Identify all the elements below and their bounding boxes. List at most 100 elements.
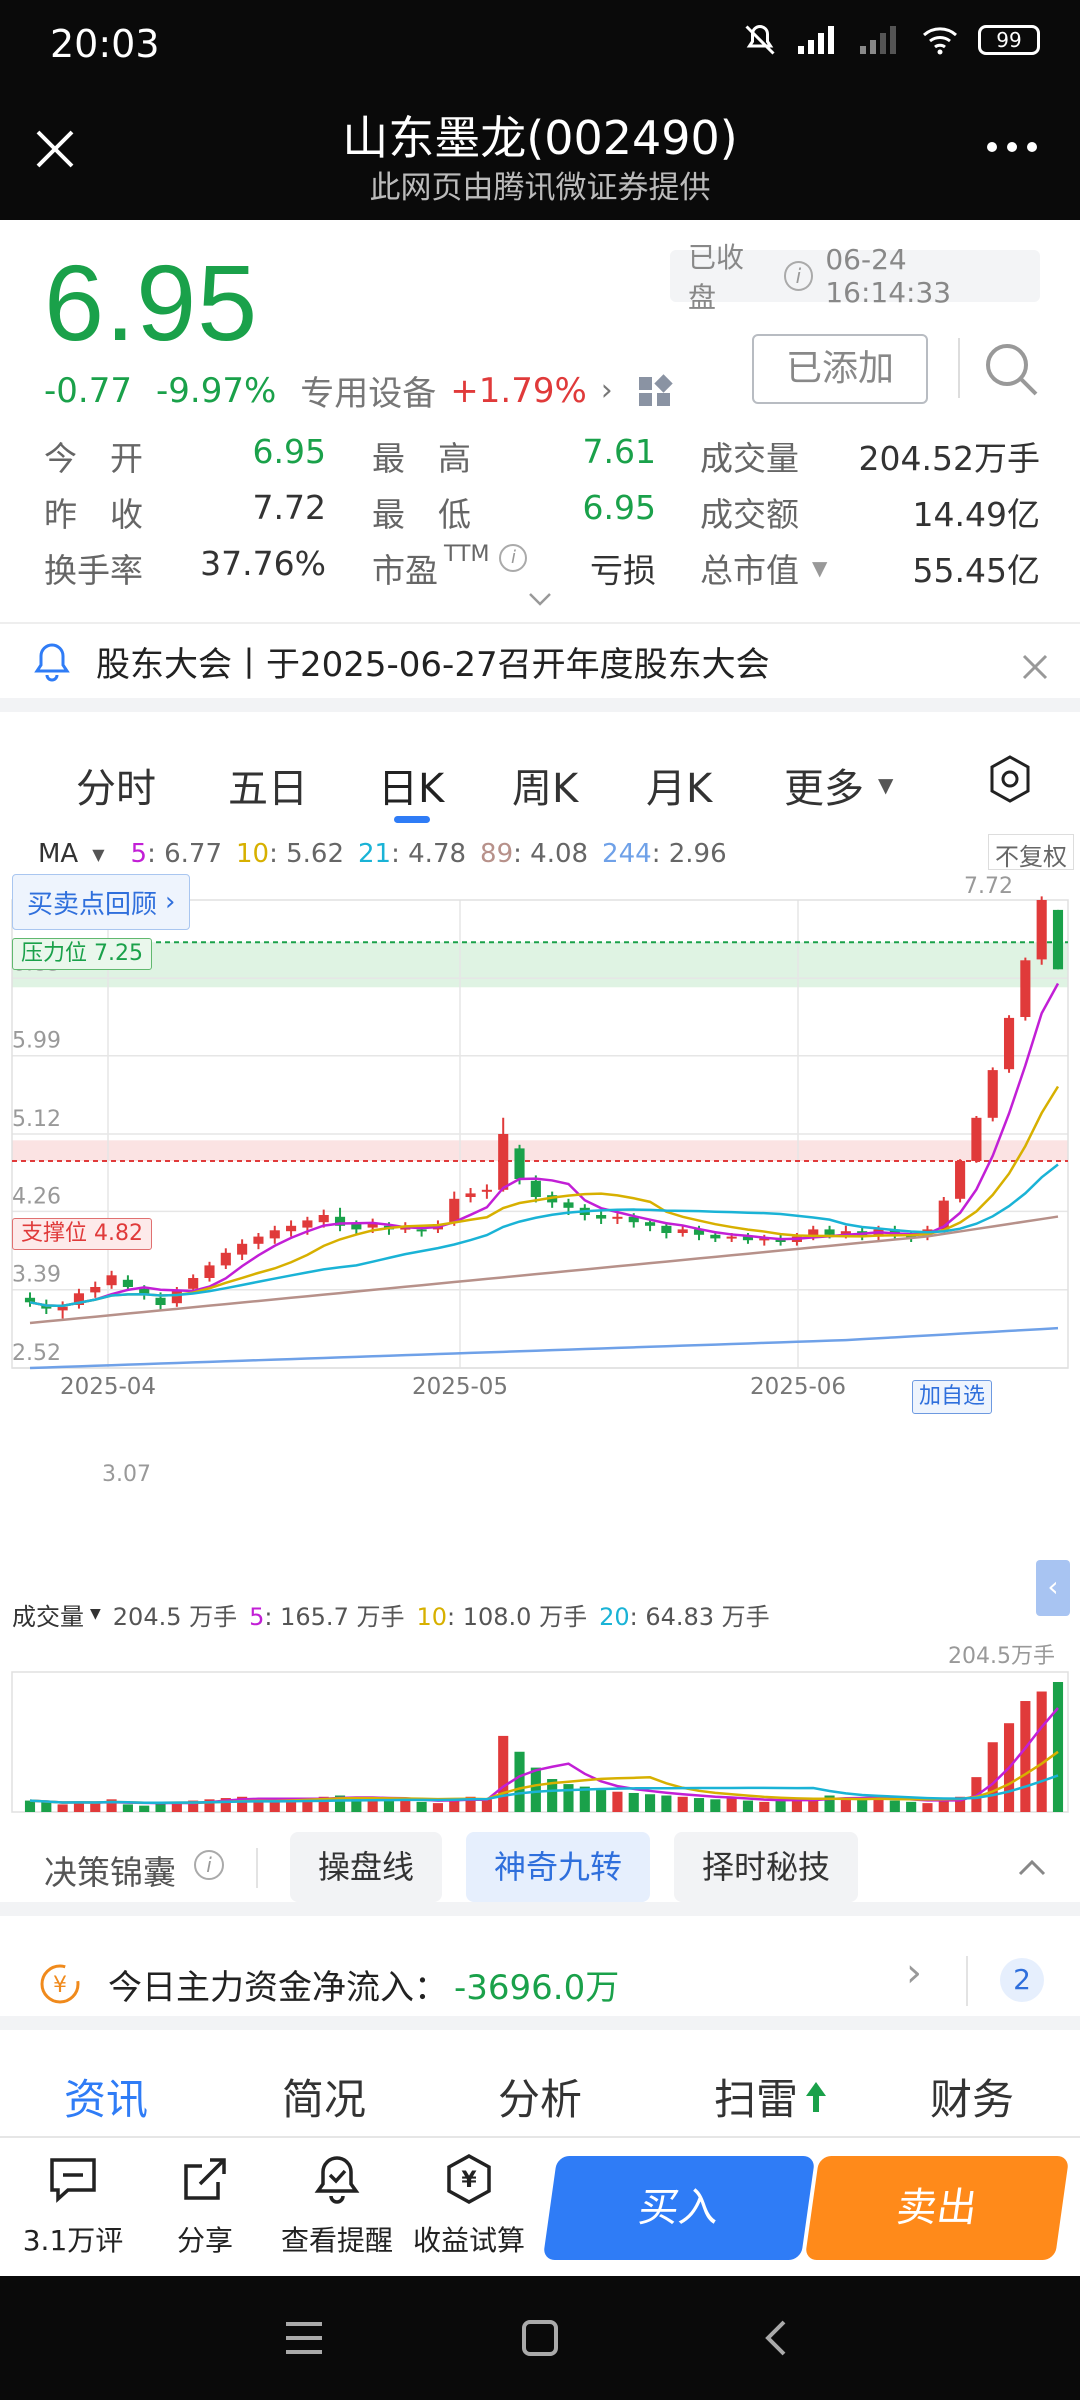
- vol10-name: 10: [416, 1602, 448, 1631]
- kline-chart[interactable]: MA ▼ 5: 6.77 10: 5.62 21: 4.78 89: 4.08 …: [0, 830, 1080, 1820]
- period-tabs: 分时 五日 日K 周K 月K 更多 ▼: [0, 734, 1080, 830]
- volume-bar: [857, 1799, 868, 1812]
- stat-label-open: 今 开: [44, 439, 143, 478]
- volume-bar: [57, 1804, 68, 1812]
- vol5-name: 5: [249, 1602, 265, 1631]
- tab-intraday[interactable]: 分时: [76, 756, 156, 814]
- notice-bar[interactable]: 股东大会丨于2025-06-27召开年度股东大会: [0, 622, 1080, 712]
- profit-calc-button[interactable]: ¥ 收益试算: [404, 2152, 534, 2259]
- high-price-label: 7.72: [964, 874, 1013, 899]
- status-time: 20:03: [50, 22, 160, 66]
- search-icon[interactable]: [980, 338, 1044, 402]
- review-label: 买卖点回顾: [27, 889, 158, 920]
- menu-icon[interactable]: [284, 2320, 324, 2356]
- bell-check-icon: [314, 2156, 360, 2204]
- chip-timing-tips[interactable]: 择时秘技: [674, 1832, 858, 1902]
- mute-icon: [745, 24, 775, 55]
- ma244-line: [29, 1326, 1059, 1370]
- alert-button[interactable]: 查看提醒: [272, 2152, 402, 2259]
- tab-five-day[interactable]: 五日: [228, 756, 308, 814]
- ma5-name: 5: [130, 839, 148, 869]
- tab-more[interactable]: 更多 ▼: [784, 756, 893, 814]
- pe-info-icon[interactable]: i: [499, 544, 528, 572]
- yuan-flow-icon: ¥: [40, 1964, 80, 2004]
- candle-body: [237, 1243, 248, 1255]
- candle-body: [596, 1215, 607, 1219]
- tab-weekly-k[interactable]: 周K: [512, 756, 578, 814]
- app-root: 20:03 99 山东墨龙(002490) 此网页由腾讯微证券提供 6.95 已…: [0, 0, 1080, 2400]
- notice-close-icon[interactable]: [1020, 652, 1050, 682]
- volume-selector[interactable]: 成交量 ▼: [12, 1597, 101, 1632]
- main-fund-row[interactable]: ¥ 今日主力资金净流入： -3696.0万 › 2: [0, 1930, 1080, 2030]
- volume-bar: [122, 1804, 133, 1812]
- tab-profile[interactable]: 简况: [282, 2066, 366, 2127]
- ma244-legend: 244: 2.96: [602, 839, 727, 869]
- price-change: -0.77: [44, 370, 132, 411]
- more-icon[interactable]: [982, 132, 1042, 162]
- tab-risk-scan[interactable]: 扫雷: [714, 2066, 828, 2127]
- volume-bar: [530, 1767, 541, 1812]
- expand-chevron-icon[interactable]: [526, 590, 554, 608]
- volume-bar: [514, 1751, 525, 1812]
- ma-selector[interactable]: MA ▼: [38, 839, 105, 869]
- candle-body: [971, 1117, 982, 1161]
- tab-analysis[interactable]: 分析: [498, 2066, 582, 2127]
- ma21-value: 4.78: [408, 839, 467, 869]
- buy-sell-review-button[interactable]: 买卖点回顾 ›: [12, 874, 191, 930]
- top-bar: 20:03 99 山东墨龙(002490) 此网页由腾讯微证券提供: [0, 0, 1080, 220]
- tab-finance[interactable]: 财务: [930, 2066, 1014, 2127]
- chevron-up-icon[interactable]: [1016, 1858, 1048, 1878]
- pressure-level-tag[interactable]: 压力位 7.25: [12, 938, 152, 970]
- tools-info-icon[interactable]: i: [194, 1850, 224, 1880]
- tab-monthly-k[interactable]: 月K: [646, 756, 712, 814]
- stat-label-pe[interactable]: 市盈 TTM i: [372, 542, 528, 592]
- volume-bar: [906, 1801, 917, 1812]
- ma244-name: 244: [602, 839, 652, 869]
- volume-bar: [710, 1799, 721, 1812]
- sector-link[interactable]: 专用设备 +1.79% ›: [300, 366, 613, 415]
- info-icon[interactable]: i: [783, 261, 814, 291]
- sector-grid-icon[interactable]: [637, 373, 673, 409]
- message-badge[interactable]: 2: [1000, 1958, 1044, 2002]
- added-watchlist-button[interactable]: 已添加: [752, 334, 928, 404]
- volume-bar: [889, 1800, 900, 1812]
- bottom-action-bar: 3.1万评 分享 查看提醒 ¥ 收益试算 买入 卖出: [0, 2136, 1080, 2276]
- volume-bar: [155, 1803, 166, 1812]
- y-tick-label: 5.12: [12, 1107, 61, 1132]
- y-tick-label: 4.26: [12, 1184, 61, 1209]
- chevron-right-icon[interactable]: ›: [906, 1950, 922, 1996]
- signal-icon: [798, 26, 834, 54]
- candle-body: [416, 1229, 427, 1232]
- tab-news[interactable]: 资讯: [64, 2066, 148, 2127]
- candle-body: [530, 1180, 541, 1197]
- candle-body: [171, 1290, 182, 1304]
- volume-bar: [645, 1794, 656, 1812]
- tab-daily-k[interactable]: 日K: [378, 756, 444, 814]
- volume-bar: [139, 1805, 150, 1812]
- fund-label: 今日主力资金净流入：: [108, 1968, 448, 2008]
- support-level-tag[interactable]: 支撑位 4.82: [12, 1218, 152, 1250]
- vol20-name: 20: [599, 1602, 630, 1631]
- chip-magic-nine[interactable]: 神奇九转: [466, 1832, 650, 1902]
- share-button[interactable]: 分享: [140, 2152, 270, 2259]
- settings-hexagon-icon[interactable]: [988, 754, 1032, 804]
- home-icon[interactable]: [520, 2318, 560, 2358]
- stat-label-market-cap[interactable]: 总市值: [700, 544, 799, 592]
- buy-button[interactable]: 买入: [542, 2156, 816, 2260]
- collapse-panel-button[interactable]: ‹: [1036, 1560, 1070, 1616]
- candle-body: [106, 1275, 117, 1286]
- candle-body: [269, 1230, 280, 1239]
- sell-button[interactable]: 卖出: [804, 2156, 1070, 2260]
- comments-button[interactable]: 3.1万评: [8, 2152, 138, 2259]
- add-watchlist-marker[interactable]: 加自选: [912, 1380, 993, 1414]
- volume-bar: [1020, 1701, 1031, 1812]
- volume-bar: [726, 1798, 737, 1812]
- ma89-legend: 89: 4.08: [480, 839, 589, 869]
- adjust-toggle[interactable]: 不复权: [988, 834, 1074, 871]
- volume-bar: [693, 1798, 705, 1812]
- chip-operation-line[interactable]: 操盘线: [290, 1832, 442, 1902]
- vol10-legend: 10: 108.0 万手: [416, 1602, 588, 1631]
- ma10-value: 5.62: [286, 839, 345, 869]
- caret-down-icon: ▼: [92, 844, 105, 864]
- back-icon[interactable]: [760, 2318, 790, 2358]
